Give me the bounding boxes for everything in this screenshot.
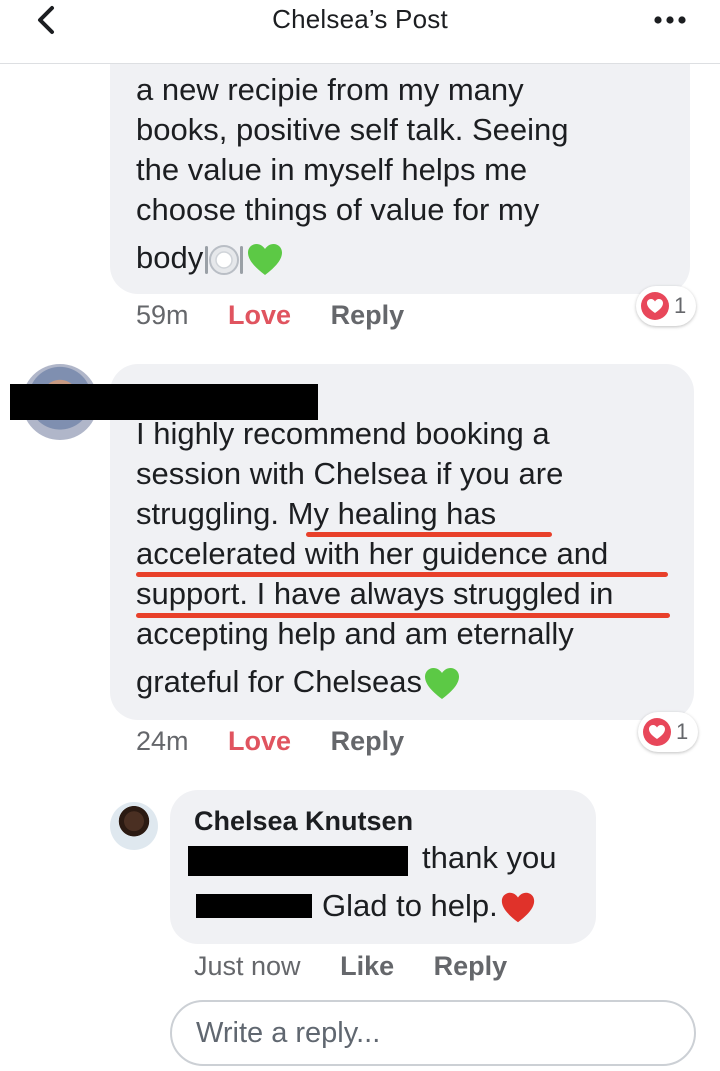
reply-actions: Just now Like Reply [194, 951, 507, 982]
more-dots-icon [654, 16, 686, 24]
highlight-underline [136, 572, 668, 577]
reply-text: Glad to help. [322, 888, 538, 927]
reply-input-placeholder: Write a reply... [196, 1017, 381, 1049]
reaction-count: 1 [676, 719, 689, 744]
comment-line: the value in myself helps me [136, 152, 528, 187]
comment-line: I highly recommend booking a [136, 416, 550, 451]
redacted-name [188, 846, 408, 876]
comment-line: struggling. My healing has [136, 496, 497, 531]
green-heart-icon [425, 667, 460, 699]
comment-timestamp: 24m [136, 726, 189, 756]
comment-line: accelerated with her guidence and [136, 536, 609, 571]
reaction-count-badge[interactable]: 1 [636, 286, 697, 326]
write-reply-input[interactable]: Write a reply... [170, 1000, 696, 1066]
comment-text: a new recipie from my many books, positi… [136, 70, 569, 280]
comment-line: choose things of value for my [136, 192, 540, 227]
page-title: Chelsea’s Post [272, 4, 448, 34]
like-button[interactable]: Like [340, 951, 394, 982]
green-heart-icon [248, 243, 283, 275]
reaction-count: 1 [674, 293, 687, 318]
redacted-name [10, 384, 318, 420]
reply-timestamp: Just now [194, 951, 301, 981]
reply-button[interactable]: Reply [434, 951, 508, 982]
love-reaction-icon [641, 292, 669, 320]
comment-line: a new recipie from my many [136, 72, 524, 107]
love-button[interactable]: Love [228, 300, 291, 331]
comment-line: accepting help and am eternally [136, 616, 574, 651]
highlight-underline [136, 613, 670, 618]
comment-line: books, positive self talk. Seeing [136, 112, 569, 147]
comment-line: support. I have always struggled in [136, 576, 614, 611]
comment-actions: 59m Love Reply [136, 300, 404, 331]
comment-text: I highly recommend booking a session wit… [136, 414, 613, 702]
reply-button[interactable]: Reply [331, 726, 405, 757]
post-comments-screen: Chelsea’s Post a new recipie from my man… [0, 0, 720, 1071]
plate-cutlery-icon [205, 244, 244, 275]
comment-line-text: grateful for Chelseas [136, 664, 423, 699]
avatar[interactable] [110, 802, 158, 850]
comment-actions: 24m Love Reply [136, 726, 404, 757]
reply-bubble[interactable]: Chelsea Knutsen thank you Glad to help. [170, 790, 596, 944]
reply-author-name[interactable]: Chelsea Knutsen [194, 806, 413, 837]
comment-line-text: body [136, 240, 204, 275]
redacted-name [196, 894, 312, 918]
comment-line: session with Chelsea if you are [136, 456, 564, 491]
reply-button[interactable]: Reply [331, 300, 405, 331]
reply-text: thank you [422, 840, 557, 875]
reply-text-line: Glad to help. [322, 888, 498, 923]
red-heart-icon [501, 892, 534, 923]
comment-timestamp: 59m [136, 300, 189, 330]
reaction-count-badge[interactable]: 1 [638, 712, 699, 752]
love-reaction-icon [643, 718, 671, 746]
love-button[interactable]: Love [228, 726, 291, 757]
top-nav-bar: Chelsea’s Post [0, 0, 720, 64]
highlight-underline [306, 532, 552, 537]
comment-line: body [136, 238, 569, 280]
more-options-button[interactable] [652, 8, 692, 32]
comment-line: grateful for Chelseas [136, 662, 613, 702]
